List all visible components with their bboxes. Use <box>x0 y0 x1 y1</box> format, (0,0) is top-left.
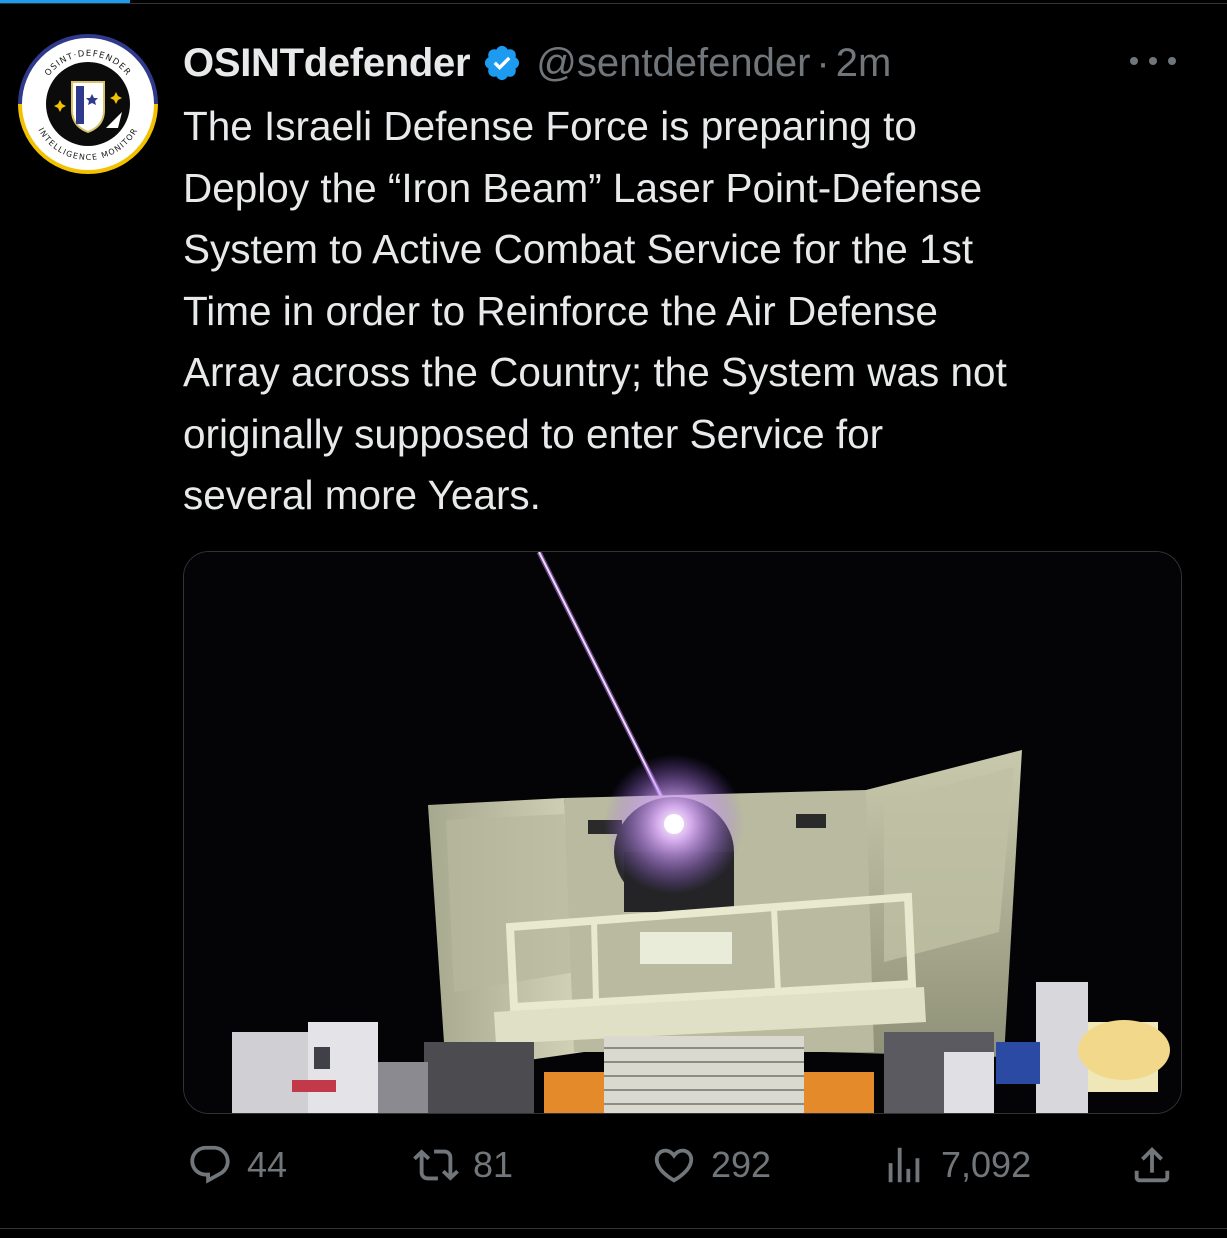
retweet-icon <box>413 1149 459 1181</box>
tweet-media-image[interactable] <box>183 551 1182 1114</box>
more-options-icon[interactable] <box>1130 48 1176 74</box>
views-icon <box>888 1147 920 1183</box>
tweet-text-line: several more Years. <box>183 472 541 518</box>
views-button[interactable]: 7,092 <box>881 1140 1031 1190</box>
tweet-text-line: originally supposed to enter Service for <box>183 410 884 457</box>
like-button[interactable]: 292 <box>651 1140 771 1190</box>
reply-button[interactable]: 44 <box>187 1140 287 1190</box>
tweet-actions: 44 81 292 7,092 <box>183 1140 1183 1190</box>
reply-count: 44 <box>247 1144 288 1185</box>
tweet-text-line: The Israeli Defense Force is preparing t… <box>183 103 917 149</box>
tweet-header: OSINTdefender @sentdefender · 2m <box>183 38 891 88</box>
share-button[interactable] <box>1129 1140 1175 1190</box>
tweet-text: The Israeli Defense Force is preparing t… <box>183 96 1183 527</box>
tweet-text-line: Array across the Country; the System was… <box>183 349 1007 395</box>
avatar[interactable]: OSINT·DEFENDER INTELLIGENCE MONITOR <box>18 34 158 174</box>
reply-icon <box>190 1145 230 1184</box>
tweet-text-line: System to Active Combat Service for the … <box>183 226 974 272</box>
retweet-button[interactable]: 81 <box>413 1140 513 1190</box>
like-count: 292 <box>711 1144 772 1185</box>
top-divider <box>0 3 1227 4</box>
display-name[interactable]: OSINTdefender <box>183 41 471 86</box>
timestamp[interactable]: 2m <box>836 41 892 86</box>
tweet-text-line: Deploy the “Iron Beam” Laser Point-Defen… <box>183 164 983 211</box>
heart-icon <box>654 1148 694 1183</box>
tweet-text-line: Time in order to Reinforce the Air Defen… <box>183 287 938 334</box>
user-handle[interactable]: @sentdefender <box>536 41 810 86</box>
retweet-count: 81 <box>473 1144 514 1185</box>
verified-badge-icon[interactable] <box>482 43 522 83</box>
share-icon <box>1134 1146 1170 1183</box>
views-count: 7,092 <box>941 1144 1032 1185</box>
separator-dot: · <box>816 40 830 85</box>
bottom-divider <box>0 1228 1227 1229</box>
